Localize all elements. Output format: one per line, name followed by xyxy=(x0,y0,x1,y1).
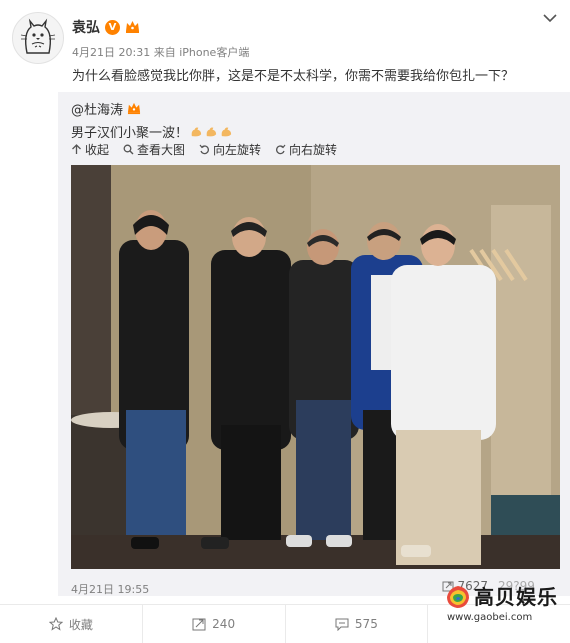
rotate-right-icon xyxy=(276,144,286,155)
repost-user-row: @杜海涛 xyxy=(71,99,141,118)
comment-count: 575 xyxy=(354,617,378,631)
vip-crown-icon xyxy=(127,102,141,115)
comment-button[interactable]: 575 xyxy=(286,605,429,643)
repost-text-row: 男子汉们小聚一波！ xyxy=(71,122,233,141)
post-meta: 4月21日 20:31 来自 iPhone客户端 xyxy=(72,44,249,60)
vip-crown-icon xyxy=(126,21,139,33)
repost-user[interactable]: @杜海涛 xyxy=(71,99,123,118)
repost-card: @杜海涛 男子汉们小聚一波！ 收起 查看大图 向左旋转 向右旋转 4月21日 1… xyxy=(58,92,570,596)
comment-icon xyxy=(335,618,349,631)
verified-v-icon: V xyxy=(105,19,120,35)
repost-date[interactable]: 4月21日 19:55 xyxy=(71,581,149,597)
collapse-button[interactable]: 收起 xyxy=(71,141,109,158)
flexed-biceps-icon xyxy=(191,127,202,137)
favorite-label: 收藏 xyxy=(68,617,93,632)
post-text: 为什么看脸感觉我比你胖，这是不是不太科学，你需不需要我给你包扎一下？ xyxy=(72,69,515,84)
flexed-biceps-icon xyxy=(221,127,232,137)
weibo-post: 袁弘 V 4月21日 20:31 来自 iPhone客户端 为什么看脸感觉我比你… xyxy=(0,0,570,643)
rotate-left-label: 向左旋转 xyxy=(213,143,262,157)
rotate-right-button[interactable]: 向右旋转 xyxy=(275,141,337,158)
rotate-left-icon xyxy=(199,144,210,155)
view-large-label: 查看大图 xyxy=(137,143,186,157)
chevron-down-icon[interactable] xyxy=(542,12,558,24)
forward-button[interactable]: 240 xyxy=(143,605,286,643)
watermark: 高贝娱乐 www.gaobei.com xyxy=(445,580,565,630)
repost-text: 男子汉们小聚一波！ xyxy=(71,126,189,141)
avatar[interactable] xyxy=(12,12,64,64)
search-icon xyxy=(123,144,134,155)
group-photo-image xyxy=(71,165,560,569)
author-row: 袁弘 V xyxy=(72,17,140,37)
watermark-title: 高贝娱乐 xyxy=(474,585,558,609)
favorite-button[interactable]: 收藏 xyxy=(0,605,143,643)
rainbow-leaf-logo-icon xyxy=(447,586,469,608)
post-source: 来自 iPhone客户端 xyxy=(153,46,250,59)
forward-action-count: 240 xyxy=(212,617,236,631)
flexed-biceps-icon xyxy=(206,127,217,137)
view-large-button[interactable]: 查看大图 xyxy=(123,141,185,158)
rotate-right-label: 向右旋转 xyxy=(289,143,338,157)
rotate-left-button[interactable]: 向左旋转 xyxy=(199,141,261,158)
post-date[interactable]: 4月21日 20:31 xyxy=(72,46,150,59)
forward-icon xyxy=(192,618,206,631)
collapse-label: 收起 xyxy=(85,143,110,157)
arrow-up-icon xyxy=(72,144,81,154)
star-icon xyxy=(48,617,63,631)
image-toolbar: 收起 查看大图 向左旋转 向右旋转 xyxy=(71,141,337,158)
author-name[interactable]: 袁弘 xyxy=(72,17,100,37)
watermark-url: www.gaobei.com xyxy=(447,612,533,623)
group-photo[interactable] xyxy=(71,165,560,569)
totoro-avatar-icon xyxy=(20,18,56,54)
